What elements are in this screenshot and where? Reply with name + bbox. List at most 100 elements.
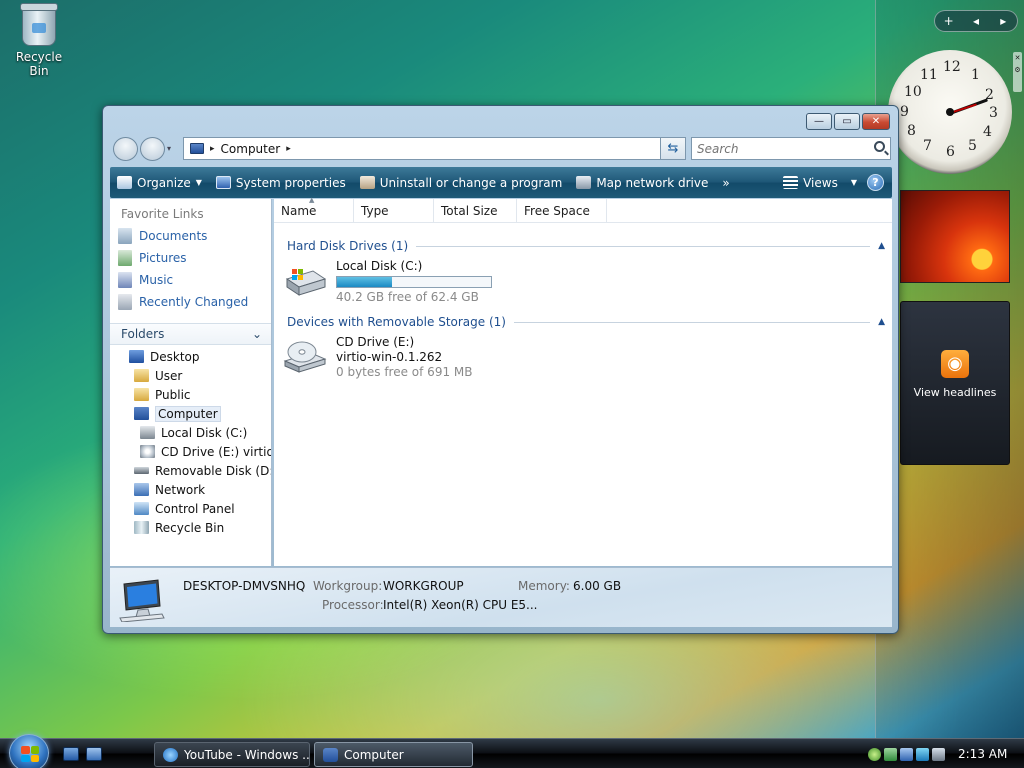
refresh-button[interactable]: ⇆ [660,137,686,160]
views-dropdown-icon[interactable]: ▼ [845,178,863,187]
start-button[interactable] [9,734,49,768]
group-divider [513,321,871,323]
collapse-icon[interactable]: ▲ [878,317,885,327]
hard-drive-icon [285,269,327,296]
feed-headlines-gadget[interactable]: ◉ View headlines [900,301,1010,465]
taskbar-button-computer[interactable]: Computer [314,742,473,767]
favorite-links-title: Favorite Links [121,207,204,221]
group-header-hard-disks[interactable]: Hard Disk Drives (1) ▲ [287,237,885,255]
recently-changed-icon [118,294,132,310]
slideshow-gadget[interactable] [900,190,1010,283]
add-gadget-button[interactable]: + [938,14,960,28]
drive-free-space: 0 bytes free of 691 MB [336,365,473,379]
tray-clock[interactable]: 2:13 AM [958,747,1007,761]
tree-item-label: Control Panel [155,501,235,516]
update-icon[interactable] [868,747,881,761]
column-header-label: Free Space [524,204,590,218]
show-desktop-icon[interactable] [63,747,79,761]
close-button[interactable]: ✕ [862,113,890,130]
folders-header[interactable]: Folders ⌄ [110,323,271,345]
documents-icon [118,228,132,244]
tree-item-removable-disk[interactable]: Removable Disk (D:) [110,461,271,480]
tree-item-desktop[interactable]: Desktop [110,347,271,366]
music-icon [118,272,132,288]
favorite-pictures[interactable]: Pictures [110,247,271,269]
search-icon[interactable] [874,141,885,152]
breadcrumb-arrow-icon[interactable]: ▸ [210,144,215,154]
clock-numeral-11: 11 [920,67,938,83]
tree-item-network[interactable]: Network [110,480,271,499]
column-header-free-space[interactable]: Free Space [517,199,607,222]
recent-pages-dropdown[interactable]: ▾ [167,144,171,153]
column-header-total-size[interactable]: Total Size [434,199,517,222]
tree-item-recycle-bin[interactable]: Recycle Bin [110,518,271,537]
computer-name: DESKTOP-DMVSNHQ [183,579,306,593]
gadget-tools-icon[interactable]: ✕ ⚙ [1013,52,1022,92]
chevron-down-icon: ⌄ [251,327,262,341]
forward-button[interactable] [140,137,165,161]
tree-item-public[interactable]: Public [110,385,271,404]
address-row: ▾ ▸ Computer ▸ ▼ ⇆ [111,136,891,162]
next-gadgets-button[interactable]: ▸ [992,14,1014,28]
tree-item-control-panel[interactable]: Control Panel [110,499,271,518]
column-header-type[interactable]: Type [354,199,434,222]
drive-item-local-disk[interactable]: Local Disk (C:) 40.2 GB free of 62.4 GB [283,259,523,313]
clock-numeral-5: 5 [968,138,977,154]
previous-gadgets-button[interactable]: ◂ [965,14,987,28]
sort-ascending-icon: ▲ [309,196,315,204]
pictures-icon [118,250,132,266]
drive-free-space: 40.2 GB free of 62.4 GB [336,290,479,304]
more-commands-button[interactable]: » [715,167,736,198]
group-divider [416,245,871,247]
favorite-recently-changed[interactable]: Recently Changed [110,291,271,313]
minimize-button[interactable]: — [806,113,832,130]
volume-muted-icon[interactable] [932,747,945,761]
security-icon[interactable] [884,747,897,761]
tree-item-cd-drive[interactable]: CD Drive (E:) virtio-w [110,442,271,461]
memory-value: 6.00 GB [573,579,622,593]
views-button[interactable]: Views [776,176,845,190]
address-bar[interactable]: ▸ Computer ▸ ▼ [183,137,686,160]
view-headlines-label: View headlines [913,386,997,399]
control-panel-icon [134,502,149,515]
drive-item-cd-drive[interactable]: CD Drive (E:) virtio-win-0.1.262 0 bytes… [283,335,523,389]
map-network-drive-button[interactable]: Map network drive [569,167,715,198]
organize-label: Organize [137,175,191,190]
clock-numeral-12: 12 [943,59,961,75]
maximize-button[interactable]: ▭ [834,113,860,130]
breadcrumb-computer[interactable]: Computer [221,142,281,156]
favorite-documents[interactable]: Documents [110,225,271,247]
switch-windows-icon[interactable] [86,747,102,761]
clock-numeral-8: 8 [907,123,916,139]
favorite-music-label: Music [139,273,174,287]
sidebar-controls: + ◂ ▸ [934,10,1018,32]
clock-gadget[interactable]: 12 1 2 3 4 5 6 7 8 9 10 11 [888,50,1012,174]
tree-item-user[interactable]: User [110,366,271,385]
toolbar-right: Views ▼ ? [776,174,892,191]
search-box[interactable] [691,137,891,160]
uninstall-program-button[interactable]: Uninstall or change a program [353,167,570,198]
drive-capacity-fill [337,277,393,287]
search-input[interactable] [692,138,862,159]
taskbar-button-youtube[interactable]: YouTube - Windows ... [154,742,310,767]
recycle-bin-desktop-icon[interactable]: Recycle Bin [6,3,72,78]
breadcrumb-arrow-icon[interactable]: ▸ [286,144,291,154]
computer-icon [323,747,338,762]
organize-button[interactable]: Organize ▼ [110,167,209,198]
clock-numeral-4: 4 [983,124,992,140]
column-header-name[interactable]: ▲ Name [274,196,354,222]
network-icon [134,483,149,496]
device-icon[interactable] [900,747,913,761]
tree-item-computer[interactable]: Computer [110,404,271,423]
workgroup-value: WORKGROUP [383,579,464,593]
help-icon[interactable]: ? [867,174,884,191]
tree-item-local-disk[interactable]: Local Disk (C:) [110,423,271,442]
group-header-removable-storage[interactable]: Devices with Removable Storage (1) ▲ [287,313,885,331]
favorite-music[interactable]: Music [110,269,271,291]
drive-name: CD Drive (E:) [336,335,415,349]
collapse-icon[interactable]: ▲ [878,241,885,251]
system-tray: 2:13 AM [862,741,1024,767]
back-button[interactable] [113,137,138,161]
system-properties-button[interactable]: System properties [209,167,353,198]
network-icon[interactable] [916,747,929,761]
